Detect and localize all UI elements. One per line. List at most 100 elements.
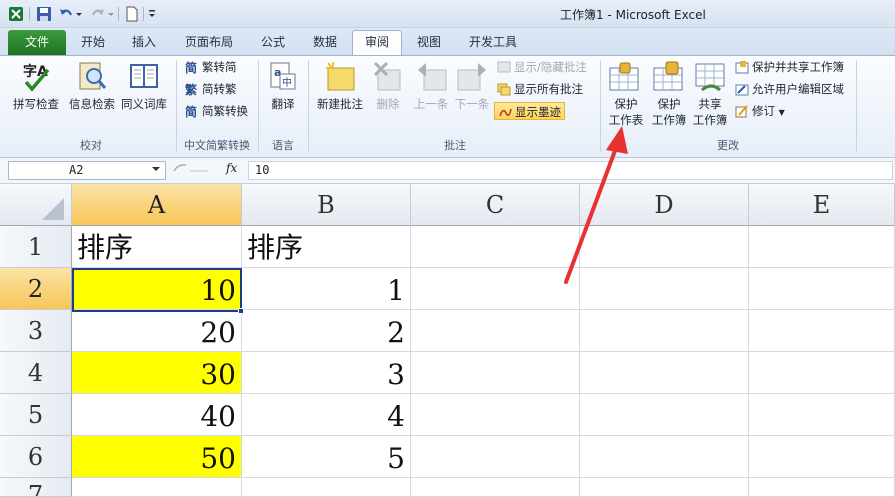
tab-data[interactable]: 数据 — [300, 31, 350, 54]
trad-to-simp-icon: 简 — [185, 60, 197, 74]
tab-formulas[interactable]: 公式 — [250, 31, 296, 54]
show-hide-comment-icon — [497, 61, 511, 73]
allow-edit-ranges-button[interactable]: 允许用户编辑区域 — [732, 80, 844, 98]
protect-sheet-button[interactable]: 保护 工作表 — [604, 96, 648, 128]
track-changes-dropdown-icon[interactable]: ▼ — [779, 108, 785, 117]
tab-home[interactable]: 开始 — [70, 31, 116, 54]
column-header-a[interactable]: A — [72, 184, 242, 226]
cell-b4[interactable]: 3 — [242, 352, 411, 394]
chinese-conversion-button[interactable]: 简 简繁转换 — [182, 102, 248, 120]
formula-input[interactable]: 10 — [248, 161, 893, 180]
cell-a6[interactable]: 50 — [72, 436, 242, 478]
cell-d6[interactable] — [580, 436, 749, 478]
undo-dropdown-icon[interactable] — [75, 6, 83, 22]
cell-b1[interactable]: 排序 — [242, 226, 411, 268]
protect-sheet-icon — [609, 62, 639, 91]
translate-button[interactable]: 翻译 — [262, 96, 304, 112]
cell-c4[interactable] — [411, 352, 580, 394]
cell-e7[interactable] — [749, 478, 895, 497]
tab-file[interactable]: 文件 — [8, 30, 66, 55]
next-comment-button[interactable]: 下一条 — [450, 96, 494, 112]
cell-e1[interactable] — [749, 226, 895, 268]
cell-b3[interactable]: 2 — [242, 310, 411, 352]
row-header-7[interactable]: 7 — [0, 478, 72, 497]
delete-comment-button[interactable]: 删除 — [370, 96, 406, 112]
tab-review[interactable]: 审阅 — [352, 30, 402, 56]
tab-page-layout[interactable]: 页面布局 — [172, 31, 246, 54]
name-box[interactable]: A2 — [8, 161, 166, 180]
spell-check-button[interactable]: 拼写检查 — [8, 96, 64, 112]
row-header-3[interactable]: 3 — [0, 310, 72, 352]
protect-share-workbook-button[interactable]: 保护并共享工作簿 — [732, 58, 844, 76]
research-button[interactable]: 信息检索 — [64, 96, 120, 112]
cell-a1[interactable]: 排序 — [72, 226, 242, 268]
protect-workbook-line2: 工作簿 — [651, 113, 687, 127]
simp-to-trad-button[interactable]: 繁 简转繁 — [182, 80, 237, 98]
insert-function-button[interactable]: fx — [226, 161, 237, 175]
column-header-d[interactable]: D — [580, 184, 749, 226]
protect-workbook-button[interactable]: 保护 工作簿 — [646, 96, 692, 128]
cell-d3[interactable] — [580, 310, 749, 352]
cell-e2[interactable] — [749, 268, 895, 310]
formula-bar-resize-handle-icon[interactable] — [172, 163, 212, 179]
cell-b6[interactable]: 5 — [242, 436, 411, 478]
cell-c3[interactable] — [411, 310, 580, 352]
share-workbook-line1: 共享 — [698, 97, 722, 111]
cell-a4[interactable]: 30 — [72, 352, 242, 394]
tab-developer[interactable]: 开发工具 — [456, 31, 530, 54]
redo-dropdown-icon[interactable] — [107, 6, 115, 22]
track-changes-button[interactable]: 修订 ▼ — [732, 102, 785, 120]
cell-d5[interactable] — [580, 394, 749, 436]
row-header-2[interactable]: 2 — [0, 268, 72, 310]
cell-e5[interactable] — [749, 394, 895, 436]
qat-separator — [29, 7, 30, 21]
cell-d7[interactable] — [580, 478, 749, 497]
cell-c7[interactable] — [411, 478, 580, 497]
row-header-6[interactable]: 6 — [0, 436, 72, 478]
trad-to-simp-button[interactable]: 简 繁转简 — [182, 58, 237, 76]
cell-b7[interactable] — [242, 478, 411, 497]
tab-view[interactable]: 视图 — [406, 31, 452, 54]
cell-d2[interactable] — [580, 268, 749, 310]
show-ink-button[interactable]: 显示墨迹 — [494, 102, 565, 120]
row-header-5[interactable]: 5 — [0, 394, 72, 436]
save-icon[interactable] — [36, 6, 52, 22]
cell-a3[interactable]: 20 — [72, 310, 242, 352]
cell-c2[interactable] — [411, 268, 580, 310]
show-ink-icon — [499, 108, 512, 117]
select-all-corner[interactable] — [0, 184, 72, 226]
row-header-4[interactable]: 4 — [0, 352, 72, 394]
tab-insert[interactable]: 插入 — [120, 31, 168, 54]
show-all-comments-button[interactable]: 显示所有批注 — [494, 80, 583, 98]
cell-d4[interactable] — [580, 352, 749, 394]
column-header-c[interactable]: C — [411, 184, 580, 226]
cell-c1[interactable] — [411, 226, 580, 268]
fill-handle[interactable] — [238, 308, 244, 314]
customize-qat-icon[interactable] — [147, 6, 157, 22]
cell-b5[interactable]: 4 — [242, 394, 411, 436]
thesaurus-button[interactable]: 同义词库 — [118, 96, 170, 112]
row-header-1[interactable]: 1 — [0, 226, 72, 268]
redo-icon[interactable] — [90, 6, 106, 22]
cell-e4[interactable] — [749, 352, 895, 394]
share-workbook-button[interactable]: 共享 工作簿 — [688, 96, 732, 128]
cell-a2[interactable]: 10 — [72, 268, 242, 310]
previous-comment-button[interactable]: 上一条 — [408, 96, 454, 112]
cell-a5[interactable]: 40 — [72, 394, 242, 436]
cell-d1[interactable] — [580, 226, 749, 268]
column-header-b[interactable]: B — [242, 184, 411, 226]
group-separator — [308, 60, 309, 152]
cell-a7[interactable] — [72, 478, 242, 497]
cell-e3[interactable] — [749, 310, 895, 352]
cell-c6[interactable] — [411, 436, 580, 478]
new-comment-button[interactable]: 新建批注 — [312, 96, 368, 112]
cell-e6[interactable] — [749, 436, 895, 478]
cell-b2[interactable]: 1 — [242, 268, 411, 310]
column-header-e[interactable]: E — [749, 184, 895, 226]
cell-c5[interactable] — [411, 394, 580, 436]
show-hide-comment-button[interactable]: 显示/隐藏批注 — [494, 58, 587, 76]
new-document-icon[interactable] — [124, 6, 140, 22]
undo-icon[interactable] — [58, 6, 74, 22]
name-box-dropdown-icon[interactable] — [152, 167, 160, 171]
show-hide-comment-label: 显示/隐藏批注 — [514, 60, 587, 74]
